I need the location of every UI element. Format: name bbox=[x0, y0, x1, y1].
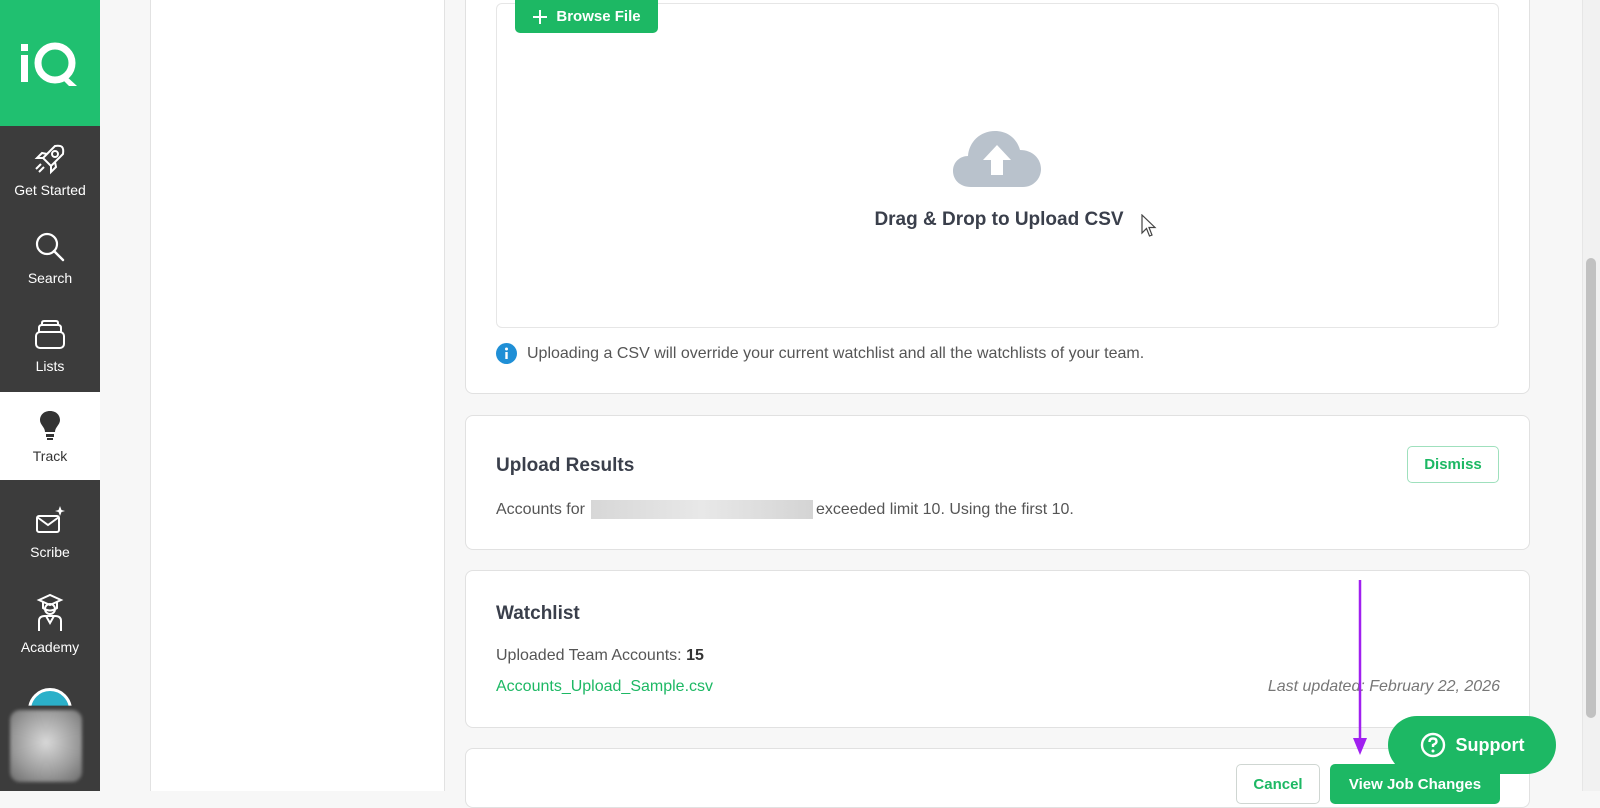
sidebar-item-label: Get Started bbox=[14, 182, 86, 198]
upload-results-card bbox=[465, 415, 1530, 550]
sidebar-item-academy[interactable]: Academy bbox=[0, 580, 100, 668]
dropzone-label: Drag & Drop to Upload CSV bbox=[874, 209, 1124, 230]
sidebar-item-label: Academy bbox=[20, 639, 80, 655]
scribe-mail-icon bbox=[36, 506, 65, 533]
watchlist-count-value: 15 bbox=[686, 647, 704, 664]
sidebar-item-get-started[interactable]: Get Started bbox=[0, 126, 100, 214]
support-button[interactable]: Support bbox=[1388, 716, 1556, 774]
watchlist-last-updated: Last updated: February 22, 2026 bbox=[1267, 678, 1500, 695]
sidebar-item-scribe[interactable]: Scribe bbox=[0, 488, 100, 576]
watchlist-count: Uploaded Team Accounts: 15 bbox=[496, 647, 704, 665]
browse-file-label: Browse File bbox=[556, 8, 641, 25]
upload-results-message: Accounts for exceeded limit 10. Using th… bbox=[496, 500, 1074, 519]
results-msg-prefix: Accounts for bbox=[496, 500, 585, 518]
sidebar-item-label: Search bbox=[27, 270, 73, 286]
cancel-button[interactable]: Cancel bbox=[1236, 764, 1320, 804]
iq-logo-icon bbox=[21, 42, 77, 86]
cloud-upload-icon bbox=[953, 131, 1041, 187]
rocket-icon bbox=[34, 144, 65, 175]
sidebar-item-lists[interactable]: Lists bbox=[0, 302, 100, 390]
graduate-icon bbox=[36, 593, 64, 631]
info-icon bbox=[496, 343, 517, 364]
upload-card bbox=[465, 0, 1530, 394]
redacted-text-block bbox=[590, 500, 813, 519]
search-icon bbox=[35, 232, 65, 262]
sidebar-item-label: Scribe bbox=[30, 544, 70, 560]
scrollbar-thumb[interactable] bbox=[1586, 258, 1596, 718]
upload-info-note: Uploading a CSV will override your curre… bbox=[496, 343, 1144, 364]
upload-info-text: Uploading a CSV will override your curre… bbox=[527, 344, 1145, 362]
app-logo[interactable] bbox=[0, 0, 100, 126]
browse-file-button[interactable]: Browse File bbox=[515, 0, 658, 33]
help-circle-icon bbox=[1420, 732, 1445, 758]
lists-icon bbox=[35, 320, 65, 349]
support-label: Support bbox=[1455, 734, 1525, 755]
mouse-cursor-icon bbox=[1141, 214, 1157, 237]
plus-icon bbox=[533, 9, 548, 24]
sidebar-item-label: Lists bbox=[35, 358, 65, 374]
upload-results-title: Upload Results bbox=[496, 455, 635, 476]
user-avatar[interactable] bbox=[10, 710, 82, 782]
sidebar-item-label: Track bbox=[32, 448, 68, 464]
watchlist-file-link[interactable]: Accounts_Upload_Sample.csv bbox=[496, 678, 713, 696]
results-msg-suffix: exceeded limit 10. Using the first 10. bbox=[815, 500, 1074, 518]
watchlist-title: Watchlist bbox=[496, 603, 580, 624]
dismiss-button[interactable]: Dismiss bbox=[1407, 446, 1499, 483]
annotation-arrow-icon bbox=[1353, 580, 1367, 755]
sidebar-item-track[interactable]: Track bbox=[0, 392, 100, 480]
watchlist-count-label: Uploaded Team Accounts: bbox=[496, 647, 682, 664]
sidebar: Get Started Search Lists Track Scribe Ac… bbox=[0, 0, 100, 791]
left-panel bbox=[150, 0, 445, 791]
sidebar-item-search[interactable]: Search bbox=[0, 214, 100, 302]
lightbulb-icon bbox=[40, 411, 60, 440]
